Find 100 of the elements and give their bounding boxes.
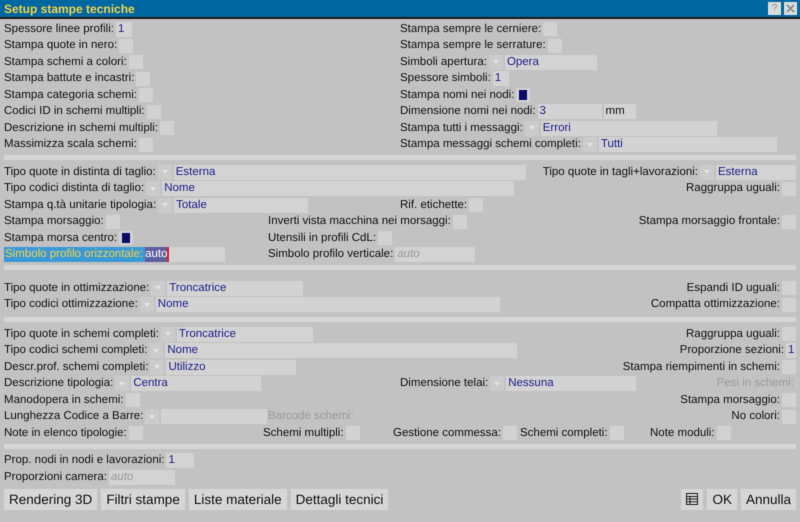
field-label: Espandi ID uguali: <box>686 280 781 296</box>
input-field[interactable]: Nome <box>162 181 514 196</box>
toolbar-button[interactable]: Rendering 3D <box>4 488 98 510</box>
toolbar-button[interactable]: Filtri stampe <box>101 488 185 510</box>
field-label: Stampa morsaggio frontale: <box>638 214 781 230</box>
field-label: Dimensione telai: <box>400 376 490 392</box>
dropdown-button[interactable] <box>146 181 160 196</box>
dropdown-button[interactable] <box>115 376 130 392</box>
field-label: Proporzioni camera: <box>4 470 108 485</box>
input-field[interactable]: 1 <box>166 453 194 468</box>
field-label: Simboli apertura: <box>400 54 488 70</box>
caret-icon <box>150 186 156 191</box>
input-field[interactable]: Nome <box>156 297 500 312</box>
input-field[interactable]: 3 <box>538 104 602 120</box>
field-label: Inverti vista macchina nei morsaggi: <box>268 214 452 230</box>
field-label: Stampa riempimenti in schemi: <box>622 360 781 375</box>
field-label: Stampa q.tà unitarie tipologia: <box>4 198 158 213</box>
field-label: Stampa morsaggio: <box>680 392 781 408</box>
toolbar-button[interactable]: Dettagli tecnici <box>290 488 388 510</box>
input-field[interactable]: auto <box>145 247 226 262</box>
table-icon <box>685 492 700 506</box>
field-label: Raggruppa uguali: <box>686 181 781 196</box>
input-field[interactable]: Utilizzo <box>166 360 296 375</box>
input-field[interactable]: Nome <box>165 343 518 358</box>
field-label: Stampa morsa centro: <box>4 230 118 246</box>
caret-icon <box>144 302 150 307</box>
table-button[interactable] <box>681 488 704 510</box>
dropdown-button[interactable] <box>145 409 160 424</box>
field-label: Stampa tutti i messaggi: <box>400 120 524 136</box>
caret-icon <box>162 203 168 208</box>
field-label: Compatta ottimizzazione: <box>650 297 781 312</box>
input-field[interactable]: Errori <box>540 120 717 136</box>
input-field[interactable]: Esterna <box>716 164 796 180</box>
field-label: Stampa messaggi schemi completi: <box>400 137 582 152</box>
field-label: Note moduli: <box>650 426 716 441</box>
field-label: Tipo quote in schemi completi: <box>4 326 160 342</box>
input-field[interactable]: Nessuna <box>506 376 636 392</box>
field-label: Prop. nodi in nodi e lavorazioni: <box>4 453 166 468</box>
caret-icon <box>494 382 500 386</box>
caret-icon <box>154 365 160 370</box>
field-label: Tipo codici schemi completi: <box>4 343 148 358</box>
input-field[interactable]: 1 <box>786 343 796 358</box>
field-label: Stampa sempre le serrature: <box>400 38 547 54</box>
field-label: Tipo quote in tagli+lavorazioni: <box>542 164 699 180</box>
toolbar-button[interactable]: Liste materiale <box>188 488 287 510</box>
dropdown-button[interactable] <box>582 137 597 152</box>
field-label: Note in elenco tipologie: <box>4 426 128 441</box>
caret-icon <box>119 382 126 386</box>
field-label: Stampa morsaggio: <box>4 214 105 230</box>
dropdown-button[interactable] <box>150 360 164 375</box>
field-label: Descrizione tipologia: <box>4 376 114 392</box>
dropdown-button[interactable] <box>488 54 503 70</box>
dropdown-button[interactable] <box>524 120 539 136</box>
unit-field: mm <box>604 104 636 120</box>
field-label: Massimizza scala schemi: <box>4 137 138 152</box>
field-label: Stampa categoria schemi: <box>4 88 138 103</box>
caret-icon <box>153 348 160 353</box>
input-field[interactable]: Opera <box>504 54 597 70</box>
input-field[interactable]: Troncatrice <box>176 326 313 342</box>
field-label: Stampa quote in nero: <box>4 38 118 54</box>
checkbox[interactable] <box>516 88 530 102</box>
field-label: Utensili in profili CdL: <box>268 230 378 246</box>
field-label: Simbolo profilo verticale: <box>268 247 394 262</box>
checkbox[interactable] <box>119 231 134 246</box>
caret-icon <box>155 286 162 290</box>
caret-icon <box>492 60 499 64</box>
field-label: Descr.prof. schemi completi: <box>4 360 150 375</box>
field-label: Rif. etichette: <box>400 198 468 213</box>
field-label: Tipo codici ottimizzazione: <box>4 297 139 312</box>
input-field[interactable]: Esterna <box>174 164 526 180</box>
dropdown-button[interactable] <box>160 326 175 342</box>
caret-icon <box>164 332 171 336</box>
input-field[interactable]: Centra <box>131 376 262 392</box>
caret-icon <box>149 414 156 419</box>
close-icon <box>786 4 795 13</box>
field-label: Codici ID in schemi multipli: <box>4 104 146 120</box>
input-field[interactable]: 1 <box>492 71 509 86</box>
input-field[interactable]: Totale <box>174 198 308 213</box>
window-title: Setup stampe tecniche <box>4 2 136 16</box>
dropdown-button[interactable] <box>151 280 166 296</box>
dropdown-button[interactable] <box>158 198 172 213</box>
field-label: Stampa battute e incastri: <box>4 71 136 86</box>
dialog-button[interactable]: OK <box>707 488 737 510</box>
input-field[interactable]: Tutti <box>598 137 777 152</box>
dropdown-button[interactable] <box>700 164 714 180</box>
caret-icon <box>586 142 593 147</box>
input-field[interactable]: 1 <box>116 22 132 37</box>
input-field[interactable]: Troncatrice <box>167 280 304 296</box>
field-label: Schemi multipli: <box>263 426 345 441</box>
field-label: Raggruppa uguali: <box>686 326 781 342</box>
field-label: Schemi completi: <box>520 426 609 441</box>
dropdown-button[interactable] <box>490 376 504 392</box>
dropdown-button[interactable] <box>149 343 164 358</box>
dropdown-button[interactable] <box>140 297 154 312</box>
field-label: Stampa nomi nei nodi: <box>400 88 516 103</box>
dropdown-button[interactable] <box>158 164 172 180</box>
close-button[interactable] <box>784 2 797 15</box>
field-label: Simbolo profilo orizzontale: <box>4 247 146 262</box>
dialog-button[interactable]: Annulla <box>740 488 796 510</box>
field-label: Dimensione nomi nei nodi: <box>400 104 537 120</box>
